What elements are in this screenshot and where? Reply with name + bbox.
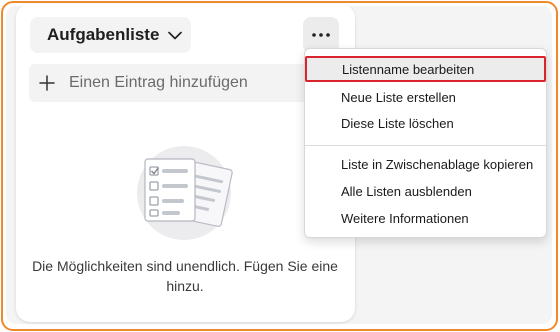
- menu-item-label: Alle Listen ausblenden: [341, 183, 472, 199]
- more-horizontal-icon: [312, 33, 330, 37]
- menu-item-label: Neue Liste erstellen: [341, 89, 456, 105]
- list-title-label: Aufgabenliste: [47, 25, 160, 44]
- menu-item-more-info[interactable]: Weitere Informationen: [305, 205, 546, 231]
- menu-item-new-list[interactable]: Neue Liste erstellen: [305, 84, 546, 110]
- menu-item-label: Diese Liste löschen: [341, 115, 454, 131]
- menu-item-label: Listenname bearbeiten: [342, 61, 475, 77]
- menu-item-hide-all-lists[interactable]: Alle Listen ausblenden: [305, 178, 546, 204]
- add-entry-field[interactable]: Einen Eintrag hinzufügen: [29, 64, 319, 102]
- chevron-down-icon: [168, 31, 183, 40]
- menu-item-delete-list[interactable]: Diese Liste löschen: [305, 110, 546, 136]
- menu-item-label: Liste in Zwischenablage kopieren: [341, 156, 534, 172]
- add-entry-placeholder: Einen Eintrag hinzufügen: [69, 74, 248, 91]
- list-title-button[interactable]: Aufgabenliste: [30, 17, 191, 53]
- menu-item-label: Weitere Informationen: [341, 210, 469, 226]
- empty-state-text: Die Möglichkeiten sind unendlich. Fügen …: [32, 258, 338, 294]
- menu-item-rename-list[interactable]: Listenname bearbeiten: [305, 56, 546, 82]
- menu-divider: [305, 145, 546, 146]
- plus-icon: [39, 75, 55, 91]
- clipboard-checklist-icon: [127, 145, 241, 241]
- menu-item-copy-to-clipboard[interactable]: Liste in Zwischenablage kopieren: [305, 151, 546, 177]
- list-options-menu: Listenname bearbeiten Neue Liste erstell…: [304, 48, 547, 238]
